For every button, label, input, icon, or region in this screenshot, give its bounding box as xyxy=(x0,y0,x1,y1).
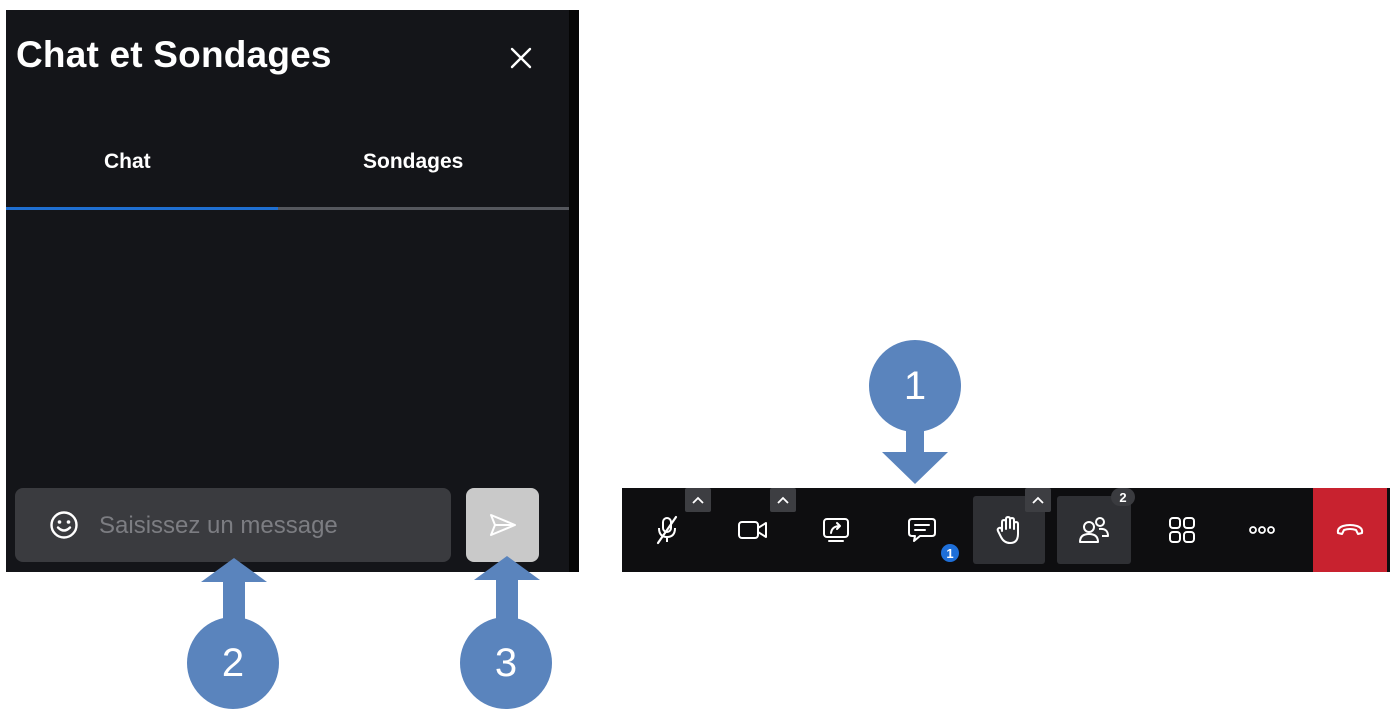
end-call-button[interactable] xyxy=(1313,488,1387,572)
video-camera-icon xyxy=(738,521,767,539)
chevron-up-icon xyxy=(777,496,789,504)
emoji-icon[interactable] xyxy=(49,510,79,540)
more-options-button[interactable] xyxy=(1234,488,1290,572)
camera-options-button[interactable] xyxy=(770,488,796,512)
chevron-up-icon xyxy=(692,496,704,504)
participants-button[interactable] xyxy=(1057,496,1131,564)
more-dots-icon xyxy=(1249,526,1275,534)
screen-share-icon xyxy=(823,518,849,542)
participants-icon xyxy=(1079,517,1109,543)
hand-icon xyxy=(996,516,1019,544)
mic-options-button[interactable] xyxy=(685,488,711,512)
annotation-marker-1: 1 xyxy=(869,340,961,432)
participants-count-badge: 2 xyxy=(1111,488,1135,506)
chat-button[interactable] xyxy=(894,488,950,572)
chat-panel: Chat et Sondages Chat Sondages xyxy=(6,10,579,572)
raise-hand-options-button[interactable] xyxy=(1025,488,1051,512)
tab-indicator-active xyxy=(6,207,278,210)
chat-unread-badge: 1 xyxy=(941,544,959,562)
message-composer xyxy=(15,488,451,562)
chat-bubble-icon xyxy=(908,518,936,542)
tab-indicator-inactive xyxy=(278,207,570,210)
send-icon xyxy=(489,514,516,536)
message-input[interactable] xyxy=(97,506,431,546)
close-icon xyxy=(510,47,532,69)
tab-sondages[interactable]: Sondages xyxy=(363,150,463,174)
grid-icon xyxy=(1169,517,1195,543)
view-layout-button[interactable] xyxy=(1154,488,1210,572)
share-screen-button[interactable] xyxy=(810,488,862,572)
send-button[interactable] xyxy=(466,488,539,562)
tab-chat[interactable]: Chat xyxy=(104,150,151,174)
panel-title: Chat et Sondages xyxy=(16,34,332,75)
annotation-marker-3: 3 xyxy=(460,617,552,709)
meeting-toolbar: 1 2 xyxy=(622,488,1390,572)
mic-off-icon xyxy=(656,515,678,545)
annotation-marker-2: 2 xyxy=(187,617,279,709)
chevron-up-icon xyxy=(1032,496,1044,504)
annotation-arrow-1 xyxy=(882,426,948,484)
panel-edge xyxy=(569,10,579,572)
close-button[interactable] xyxy=(503,40,539,76)
phone-hangup-icon xyxy=(1336,524,1364,535)
